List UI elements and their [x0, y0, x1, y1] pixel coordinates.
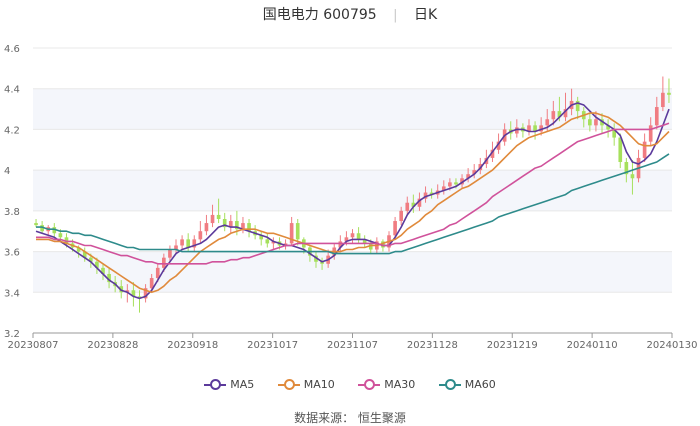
legend-swatch-ma5: [204, 378, 227, 390]
candle-body: [58, 233, 63, 238]
candle-body: [545, 119, 550, 126]
x-tick-label: 20231219: [487, 340, 538, 351]
y-tick-label: 4.4: [4, 85, 20, 96]
candle-body: [588, 119, 592, 126]
y-tick-label: 4.6: [4, 44, 20, 55]
candle-body: [551, 111, 556, 120]
candle-body: [618, 137, 623, 162]
candle-body: [210, 214, 215, 224]
legend-label-ma5: MA5: [230, 378, 255, 391]
y-tick-label: 4.2: [4, 125, 20, 136]
candle-body: [648, 125, 653, 142]
x-tick-label: 20231128: [407, 340, 458, 351]
legend-item-ma10[interactable]: MA10: [277, 378, 335, 391]
grid-band: [33, 170, 672, 211]
candle-body: [350, 233, 355, 238]
candle-body: [654, 107, 659, 126]
candle-body: [393, 221, 397, 236]
y-tick-label: 4: [4, 166, 10, 177]
candle-body: [454, 182, 458, 185]
x-tick-label: 20240130: [647, 340, 698, 351]
legend-label-ma30: MA30: [384, 378, 416, 391]
candle-body: [162, 257, 166, 268]
candle-body: [405, 202, 410, 211]
candle-body: [168, 249, 172, 258]
chart-legend: MA5 MA10 MA30 MA60: [0, 378, 700, 393]
y-tick-label: 3.6: [4, 248, 20, 259]
legend-item-ma5[interactable]: MA5: [204, 378, 254, 391]
candle-body: [204, 223, 209, 232]
x-tick-label: 20231017: [247, 340, 298, 351]
legend-label-ma10: MA10: [303, 378, 335, 391]
candle-body: [356, 233, 361, 240]
x-tick-label: 20230807: [8, 340, 59, 351]
candle-body: [265, 239, 270, 244]
candle-body: [448, 182, 452, 187]
legend-swatch-ma30: [358, 378, 381, 390]
candle-body: [630, 174, 635, 179]
legend-item-ma60[interactable]: MA60: [438, 378, 496, 391]
x-tick-label: 20240110: [567, 340, 618, 351]
x-tick-label: 20231107: [327, 340, 378, 351]
y-tick-label: 3.2: [4, 329, 20, 340]
candle-body: [216, 214, 221, 219]
y-tick-label: 3.4: [4, 288, 20, 299]
grid-band: [33, 251, 672, 293]
candle-body: [295, 223, 300, 240]
candle-body: [594, 119, 598, 126]
legend-swatch-ma10: [277, 378, 300, 390]
candlestick-chart: 4.6 4.4 4.2 4 3.8 3.6 3.4 3.220230807 20230828 20…: [4, 44, 698, 351]
chart-root: 国电电力 600795 | 日K 4.6 4.4 4.2 4 3.8 3.6 3.4 3.2 2…: [0, 0, 700, 426]
candle-body: [642, 141, 647, 158]
legend-label-ma60: MA60: [464, 378, 496, 391]
candle-body: [180, 239, 184, 246]
x-tick-label: 20230828: [87, 340, 138, 351]
candle-body: [667, 92, 671, 95]
data-source: 数据来源： 恒生聚源: [294, 411, 406, 425]
x-tick-label: 20230918: [167, 340, 218, 351]
y-tick-label: 3.8: [4, 207, 20, 218]
legend-item-ma30[interactable]: MA30: [358, 378, 415, 391]
legend-swatch-ma60: [438, 378, 461, 390]
candle-body: [661, 92, 665, 108]
candle-body: [198, 231, 203, 240]
candle-body: [399, 210, 404, 222]
candle-body: [34, 223, 38, 226]
